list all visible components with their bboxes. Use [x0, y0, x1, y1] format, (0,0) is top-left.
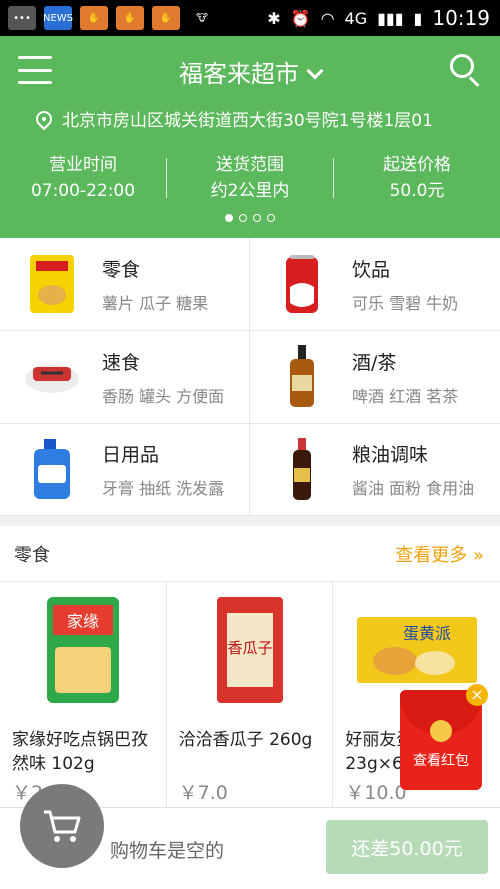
- category-name: 酒/茶: [352, 351, 397, 374]
- category-subtitle: 酱油 面粉 食用油: [352, 479, 475, 498]
- cow-icon: 🐮: [196, 12, 208, 24]
- app-notification-icon: ✋: [152, 6, 180, 30]
- page-dot-active: [225, 214, 233, 222]
- shopping-cart-icon[interactable]: [20, 784, 104, 868]
- app-notification-icon: ✋: [80, 6, 108, 30]
- category-subtitle: 薯片 瓜子 糖果: [102, 293, 209, 313]
- page-dot: [267, 214, 275, 222]
- store-header: 福客来超市 北京市房山区城关街道西大街30号院1号楼1层01 营业时间 07:0…: [0, 36, 500, 238]
- category-fast-food[interactable]: 速食香肠 罐头 方便面: [0, 331, 250, 424]
- checkout-button[interactable]: 还差50.00元: [326, 820, 488, 874]
- message-icon: •••: [8, 6, 36, 30]
- category-subtitle: 牙膏 抽纸 洗发露: [102, 479, 225, 498]
- category-grid: 零食薯片 瓜子 糖果 饮品可乐 雪碧 牛奶 速食香肠 罐头 方便面 酒/茶啤酒 …: [0, 238, 500, 516]
- category-grain-oil[interactable]: 粮油调味酱油 面粉 食用油: [250, 424, 500, 516]
- minimum-order: 起送价格 50.0元: [334, 152, 500, 204]
- soy-sauce-icon: [272, 437, 332, 502]
- category-daily-goods[interactable]: 日用品牙膏 抽纸 洗发露: [0, 424, 250, 516]
- bluetooth-icon: ✱: [267, 8, 281, 28]
- address-text: 北京市房山区城关街道西大街30号院1号楼1层01: [62, 111, 433, 131]
- network-type: 4G: [344, 8, 368, 28]
- cart-status-text: 购物车是空的: [110, 840, 225, 862]
- status-bar: ••• NEWS ✋ ✋ ✋ 🐮 ✱ ⏰ ◠ 4G ▮▮▮ ▮ 10:19: [0, 0, 500, 36]
- category-liquor-tea[interactable]: 酒/茶啤酒 红酒 茗茶: [250, 331, 500, 424]
- page-indicator: [0, 214, 500, 222]
- store-name: 福客来超市: [179, 60, 299, 88]
- product-image-text: 香瓜子: [227, 639, 272, 657]
- app-notification-icon: ✋: [116, 6, 144, 30]
- battery-icon: ▮: [413, 8, 423, 28]
- product-name: 家缘好吃点锅巴孜然味 102g: [12, 730, 148, 774]
- product-image-text: 家缘: [67, 612, 99, 631]
- search-icon[interactable]: [450, 54, 482, 88]
- cola-can-icon: [272, 252, 332, 316]
- category-name: 饮品: [352, 258, 391, 281]
- chevron-down-icon: [306, 62, 324, 80]
- signal-icon: ▮▮▮: [377, 8, 404, 28]
- category-name: 粮油调味: [352, 444, 429, 466]
- liquor-bottle-icon: [272, 345, 332, 409]
- location-pin-icon: [32, 107, 56, 130]
- product-price: ￥7.0: [178, 782, 228, 804]
- section-title: 零食: [14, 544, 50, 566]
- product-name: 洽洽香瓜子 260g: [178, 730, 313, 750]
- category-subtitle: 啤酒 红酒 茗茶: [352, 386, 459, 406]
- product-image-text: 蛋黄派: [403, 624, 451, 643]
- page-dot: [253, 214, 261, 222]
- product-image: 家缘: [12, 594, 154, 706]
- wifi-icon: ◠: [320, 8, 335, 28]
- category-drinks[interactable]: 饮品可乐 雪碧 牛奶: [250, 238, 500, 331]
- category-subtitle: 香肠 罐头 方便面: [102, 386, 225, 406]
- view-more-link[interactable]: 查看更多 »: [395, 541, 484, 567]
- section-header: 零食 查看更多 »: [0, 526, 500, 582]
- page-dot: [239, 214, 247, 222]
- red-packet-button[interactable]: 查看红包 ×: [400, 684, 488, 790]
- close-icon[interactable]: ×: [466, 684, 488, 706]
- store-info-row: 营业时间 07:00-22:00 送货范围 约2公里内 起送价格 50.0元: [0, 152, 500, 204]
- info-value: 50.0元: [389, 181, 445, 201]
- cart-bar: 购物车是空的 还差50.00元: [0, 784, 500, 889]
- info-value: 07:00-22:00: [30, 181, 136, 201]
- product-price: ￥10.0: [345, 782, 407, 804]
- store-address: 北京市房山区城关街道西大街30号院1号楼1层01: [32, 106, 433, 131]
- delivery-range: 送货范围 约2公里内: [167, 152, 333, 204]
- news-app-icon: NEWS: [43, 6, 73, 30]
- store-selector[interactable]: 福客来超市: [0, 54, 500, 89]
- red-packet-seal-icon: [430, 720, 452, 742]
- info-value: 约2公里内: [210, 181, 290, 201]
- chips-bag-icon: [22, 252, 82, 316]
- instant-food-icon: [22, 345, 82, 409]
- detergent-icon: [22, 438, 82, 502]
- info-label: 营业时间: [49, 155, 117, 175]
- business-hours: 营业时间 07:00-22:00: [0, 152, 166, 204]
- category-snacks[interactable]: 零食薯片 瓜子 糖果: [0, 238, 250, 331]
- category-name: 零食: [102, 258, 141, 281]
- category-subtitle: 可乐 雪碧 牛奶: [352, 293, 459, 313]
- info-label: 送货范围: [216, 155, 284, 175]
- info-label: 起送价格: [383, 155, 451, 175]
- alarm-icon: ⏰: [290, 8, 311, 28]
- category-name: 日用品: [102, 444, 160, 466]
- red-packet-label: 查看红包: [413, 753, 469, 769]
- clock: 10:19: [432, 6, 490, 30]
- product-image: 香瓜子: [179, 594, 321, 706]
- category-name: 速食: [102, 351, 141, 374]
